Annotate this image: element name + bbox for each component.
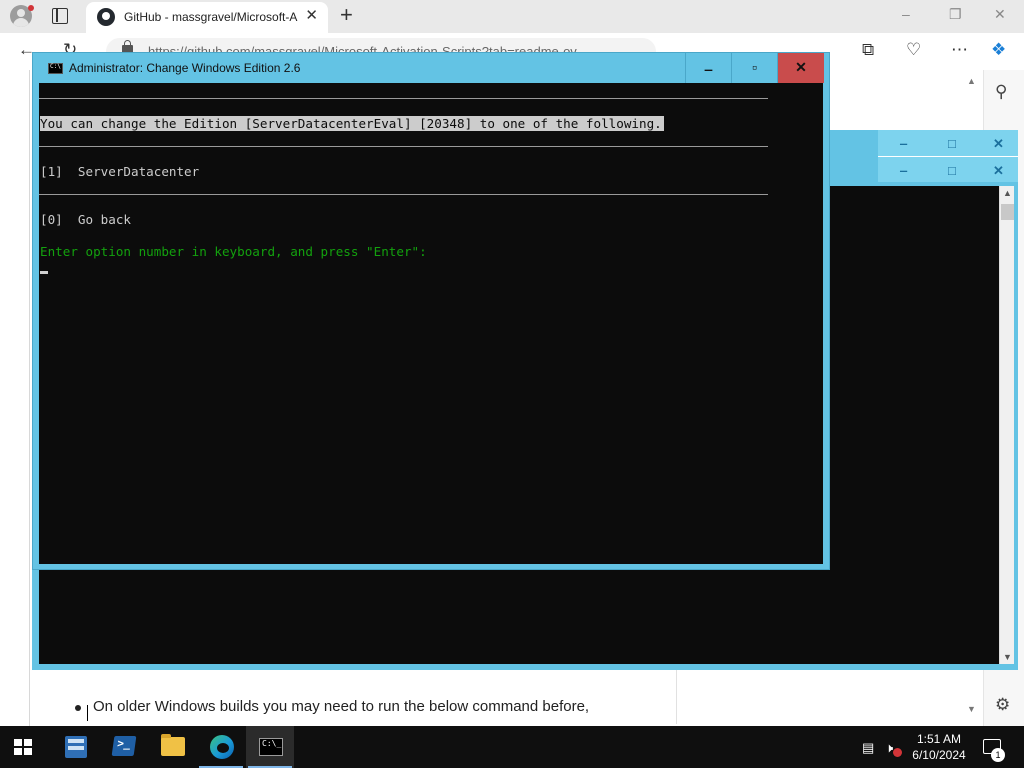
minimize-icon: ‒: [704, 61, 713, 77]
page-scroll-up-icon[interactable]: ▲: [967, 76, 976, 86]
server-manager-icon: [65, 736, 87, 758]
console-prompt: Enter option number in keyboard, and pre…: [40, 244, 427, 259]
more-icon[interactable]: ⋯: [951, 41, 968, 59]
list-bullet: [75, 705, 81, 711]
console-titlebar[interactable]: Administrator: Change Windows Edition 2.…: [33, 53, 829, 83]
console-minimize-button[interactable]: ‒: [685, 53, 731, 83]
command-prompt-icon: [259, 738, 283, 756]
change-edition-console-window: Administrator: Change Windows Edition 2.…: [32, 52, 830, 570]
cmd-window-icon: [48, 63, 63, 74]
powershell-icon: [111, 736, 137, 756]
close-icon: ✕: [795, 59, 807, 75]
page-scroll-down-icon[interactable]: ▼: [967, 704, 976, 714]
bg2-minimize-button[interactable]: ‒: [900, 163, 907, 178]
bg2-maximize-button[interactable]: □: [948, 163, 956, 178]
taskbar-command-prompt[interactable]: [246, 726, 294, 768]
tab-actions-icon[interactable]: [52, 8, 68, 24]
page-divider: [29, 70, 30, 726]
profile-notification-dot: [28, 5, 34, 11]
background-console-scrollbar[interactable]: ▲ ▼: [999, 186, 1014, 664]
bg1-maximize-button[interactable]: □: [948, 136, 956, 151]
scroll-thumb[interactable]: [1001, 204, 1014, 220]
clock-time: 1:51 AM: [916, 732, 962, 746]
background-window-1-titlebar: ‒ □ ✕: [878, 130, 1018, 156]
search-icon[interactable]: ⚲: [995, 82, 1007, 102]
console-close-button[interactable]: ✕: [777, 53, 824, 83]
scroll-up-arrow-icon[interactable]: ▲: [1003, 188, 1012, 198]
tab-title: GitHub - massgravel/Microsoft-A: [124, 10, 298, 24]
tab-close-button[interactable]: ✕: [305, 8, 318, 24]
folder-icon: [161, 734, 185, 756]
maximize-icon: ▫: [752, 59, 757, 75]
settings-gear-icon[interactable]: ⚙: [995, 695, 1010, 715]
console-option-1: [1] ServerDatacenter: [40, 164, 200, 179]
browser-tabstrip: GitHub - massgravel/Microsoft-A ✕ + ‒ ❐ …: [0, 0, 1024, 33]
taskbar-powershell[interactable]: [99, 726, 147, 768]
volume-icon[interactable]: 🕨: [885, 740, 893, 756]
taskbar: ▤ 🕨 1:51 AM 6/10/2024 1: [0, 726, 1024, 768]
console-output[interactable]: You can change the Edition [ServerDatace…: [39, 83, 823, 564]
console-separator: [39, 146, 768, 147]
browser-essentials-icon[interactable]: ♡: [906, 41, 921, 59]
browser-close-button[interactable]: ✕: [994, 6, 1006, 23]
console-separator: [39, 194, 768, 195]
clock-date: 6/10/2024: [912, 748, 966, 762]
network-icon[interactable]: ▤: [862, 740, 874, 756]
taskbar-file-explorer[interactable]: [148, 726, 196, 768]
console-maximize-button[interactable]: ▫: [731, 53, 777, 83]
console-text-cursor: [40, 271, 48, 274]
console-title: Administrator: Change Windows Edition 2.…: [69, 61, 301, 75]
console-option-0: [0] Go back: [40, 212, 131, 227]
scroll-down-arrow-icon[interactable]: ▼: [1003, 652, 1012, 662]
notification-count-badge: 1: [991, 748, 1005, 762]
background-window-2-titlebar: ‒ □ ✕: [878, 156, 1018, 182]
console-header-line: You can change the Edition [ServerDatace…: [40, 116, 664, 131]
browser-minimize-button[interactable]: ‒: [902, 6, 910, 22]
bg2-close-button[interactable]: ✕: [993, 163, 1004, 179]
browser-tab[interactable]: GitHub - massgravel/Microsoft-A ✕: [86, 2, 328, 33]
copilot-icon[interactable]: ❖: [991, 41, 1006, 59]
edge-icon: [210, 735, 234, 759]
collections-icon[interactable]: ⧉: [862, 41, 874, 59]
taskbar-clock[interactable]: 1:51 AM 6/10/2024: [906, 731, 972, 763]
mouse-ibeam-cursor: [87, 705, 88, 721]
console-separator: [39, 98, 768, 99]
bg1-close-button[interactable]: ✕: [993, 136, 1004, 152]
windows-logo-icon: [14, 739, 22, 746]
github-icon: [97, 8, 115, 26]
taskbar-edge[interactable]: [197, 726, 245, 768]
start-button[interactable]: [14, 739, 32, 755]
page-bullet-text: On older Windows builds you may need to …: [93, 698, 590, 715]
bg1-minimize-button[interactable]: ‒: [900, 136, 907, 151]
new-tab-button[interactable]: +: [340, 4, 353, 26]
page-column-divider: [676, 668, 677, 724]
browser-restore-button[interactable]: ❐: [949, 6, 962, 23]
volume-muted-badge: [893, 748, 902, 757]
taskbar-server-manager[interactable]: [51, 726, 99, 768]
